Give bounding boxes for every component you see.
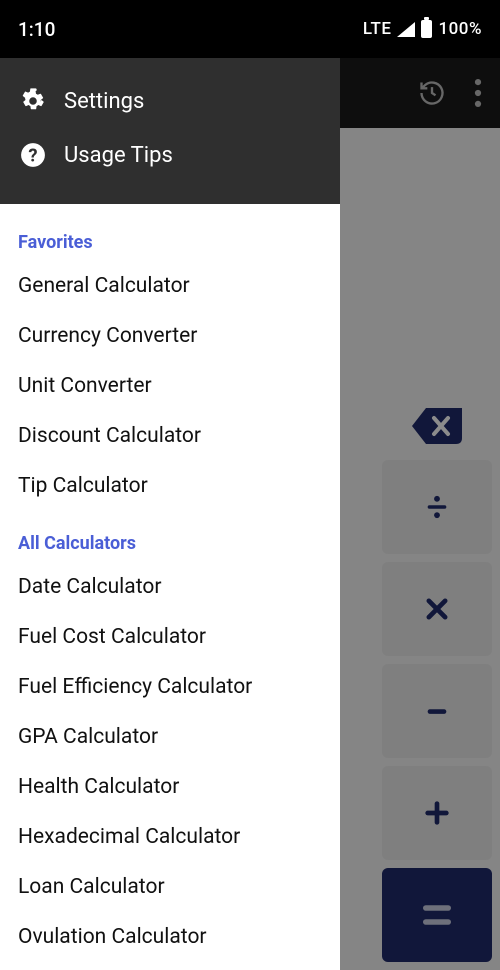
menu-item-currency-converter[interactable]: Currency Converter — [0, 311, 340, 361]
menu-item-gpa-calculator[interactable]: GPA Calculator — [0, 712, 340, 762]
drawer-header: Settings ? Usage Tips — [0, 58, 340, 204]
usage-tips-label: Usage Tips — [64, 143, 173, 168]
battery-icon — [421, 20, 432, 38]
settings-label: Settings — [64, 89, 144, 114]
all-calculators-label: All Calculators — [0, 523, 340, 562]
menu-item-fuel-efficiency-calculator[interactable]: Fuel Efficiency Calculator — [0, 662, 340, 712]
drawer-body: Favorites General Calculator Currency Co… — [0, 204, 340, 970]
navigation-drawer: Settings ? Usage Tips Favorites General … — [0, 58, 340, 970]
favorites-label: Favorites — [0, 222, 340, 261]
menu-item-general-calculator[interactable]: General Calculator — [0, 261, 340, 311]
drawer-item-usage-tips[interactable]: ? Usage Tips — [0, 128, 340, 182]
menu-item-unit-converter[interactable]: Unit Converter — [0, 361, 340, 411]
gear-icon — [20, 88, 46, 114]
menu-item-fuel-cost-calculator[interactable]: Fuel Cost Calculator — [0, 612, 340, 662]
menu-item-loan-calculator[interactable]: Loan Calculator — [0, 862, 340, 912]
status-network: LTE — [363, 19, 392, 39]
menu-item-health-calculator[interactable]: Health Calculator — [0, 762, 340, 812]
help-icon: ? — [20, 142, 46, 168]
menu-item-ovulation-calculator[interactable]: Ovulation Calculator — [0, 912, 340, 962]
status-battery: 100% — [438, 19, 482, 39]
menu-item-hexadecimal-calculator[interactable]: Hexadecimal Calculator — [0, 812, 340, 862]
menu-item-discount-calculator[interactable]: Discount Calculator — [0, 411, 340, 461]
status-right: LTE 100% — [363, 19, 482, 39]
status-time: 1:10 — [18, 18, 55, 41]
svg-text:?: ? — [28, 146, 37, 167]
menu-item-date-calculator[interactable]: Date Calculator — [0, 562, 340, 612]
drawer-item-settings[interactable]: Settings — [0, 74, 340, 128]
signal-icon — [397, 22, 415, 37]
menu-item-tip-calculator[interactable]: Tip Calculator — [0, 461, 340, 511]
status-bar: 1:10 LTE 100% — [0, 0, 500, 58]
